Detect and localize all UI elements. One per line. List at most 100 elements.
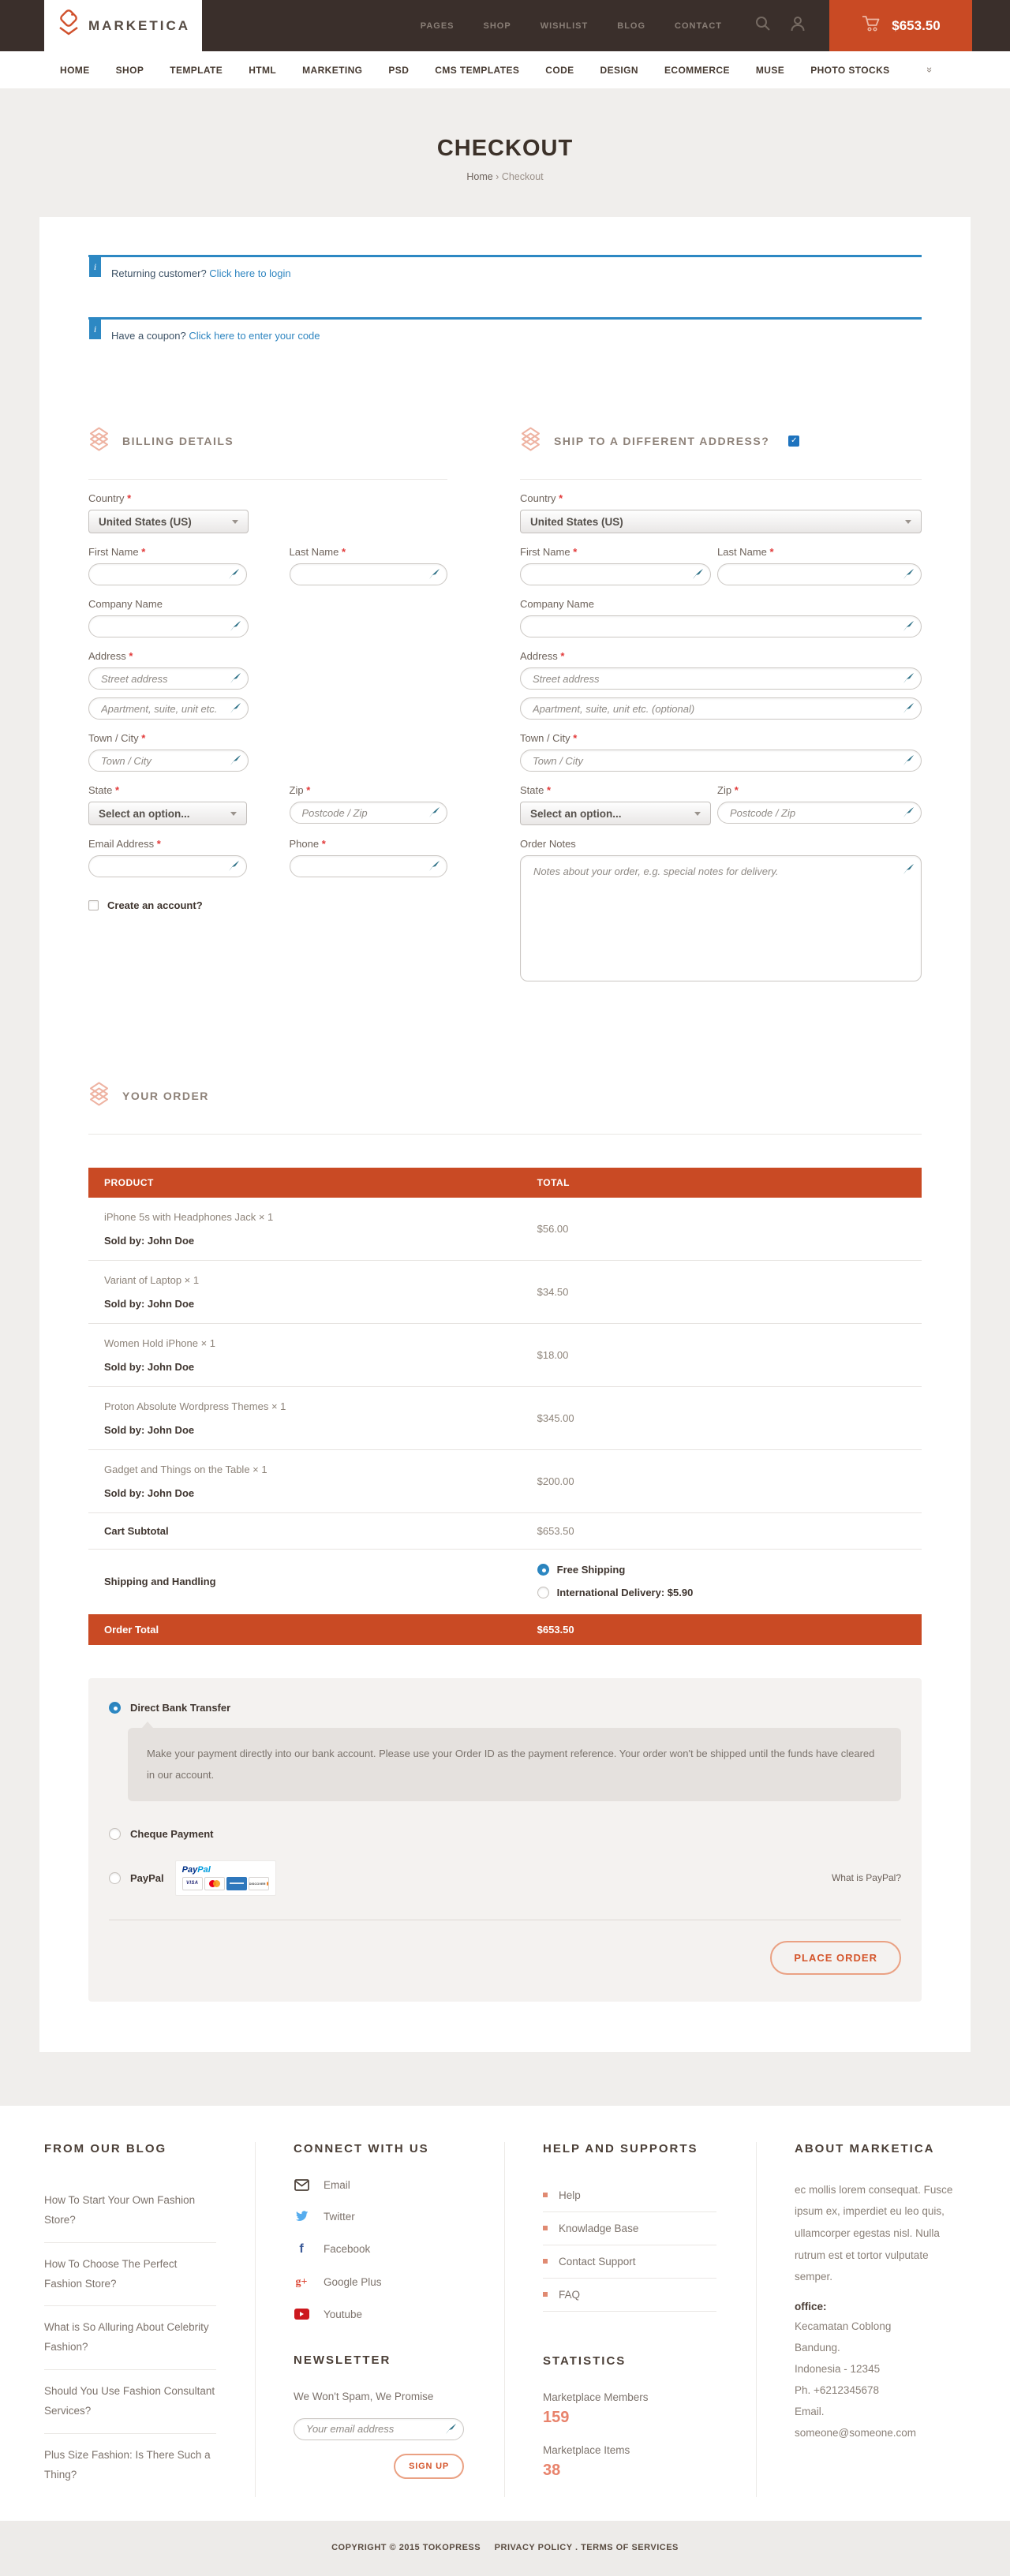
shipto-country-select[interactable]: United States (US) — [520, 510, 922, 533]
menu-html[interactable]: HTML — [249, 65, 276, 76]
input-edit-icon — [228, 860, 240, 876]
blog-post-link[interactable]: What is So Alluring About Celebrity Fash… — [44, 2306, 216, 2370]
product-total: $200.00 — [537, 1475, 906, 1487]
radio-unselected[interactable] — [109, 1872, 121, 1884]
returning-customer-notice: i Returning customer? Click here to logi… — [88, 255, 922, 289]
signup-button[interactable]: SIGN UP — [394, 2454, 464, 2479]
billing-email-input[interactable] — [88, 855, 247, 877]
billing-company-input[interactable] — [88, 615, 249, 637]
menu-design[interactable]: DESIGN — [600, 65, 638, 76]
shipping-option-label: International Delivery: $5.90 — [557, 1587, 694, 1598]
header-nav-pages[interactable]: PAGES — [421, 21, 454, 31]
about-text: ec mollis lorem consequat. Fusce ipsum e… — [795, 2179, 960, 2288]
radio-selected[interactable] — [537, 1564, 549, 1576]
billing-zip-input[interactable] — [290, 802, 448, 824]
login-link[interactable]: Click here to login — [209, 267, 290, 279]
order-notes-textarea[interactable] — [520, 855, 922, 981]
billing-first-name-input[interactable] — [88, 563, 247, 585]
menu-psd[interactable]: PSD — [388, 65, 409, 76]
place-order-button[interactable]: PLACE ORDER — [770, 1941, 901, 1975]
what-is-paypal-link[interactable]: What is PayPal? — [832, 1872, 901, 1883]
blog-post-link[interactable]: How To Start Your Own Fashion Store? — [44, 2179, 216, 2243]
paypal-acceptance-mark: PayPal VISA DISCOVER — [175, 1860, 276, 1896]
create-account-checkbox[interactable] — [88, 900, 99, 910]
chevron-more-icon[interactable]: » — [924, 67, 936, 73]
input-edit-icon — [903, 568, 915, 584]
blog-post-link[interactable]: Should You Use Fashion Consultant Servic… — [44, 2370, 216, 2434]
shipto-street-input[interactable] — [520, 667, 922, 690]
help-link[interactable]: Contact Support — [543, 2245, 716, 2279]
help-link[interactable]: FAQ — [543, 2279, 716, 2312]
input-edit-icon — [230, 620, 241, 636]
terms-link[interactable]: TERMS OF SERVICES — [581, 2543, 679, 2552]
shipto-company-input[interactable] — [520, 615, 922, 637]
billing-phone-input[interactable] — [290, 855, 448, 877]
shipto-state-select[interactable]: Select an option... — [520, 802, 711, 825]
social-email-link[interactable]: Email — [294, 2179, 477, 2191]
brand-name: MARKETICA — [88, 18, 190, 34]
help-link[interactable]: Knowladge Base — [543, 2212, 716, 2245]
shipto-town-input[interactable] — [520, 750, 922, 772]
shipping-option-international[interactable]: International Delivery: $5.90 — [537, 1587, 906, 1598]
blog-post-link[interactable]: How To Choose The Perfect Fashion Store? — [44, 2243, 216, 2307]
billing-section: BILLING DETAILS Country * United States … — [88, 427, 447, 985]
footer-connect-column: CONNECT WITH US Email Twitter — [255, 2142, 504, 2498]
header-nav-contact[interactable]: CONTACT — [675, 21, 722, 31]
logo[interactable]: MARKETICA — [44, 0, 202, 51]
payment-bank-option[interactable]: Direct Bank Transfer — [109, 1702, 901, 1714]
search-icon[interactable] — [755, 16, 771, 36]
social-youtube-link[interactable]: Youtube — [294, 2309, 477, 2320]
header-nav: PAGES SHOP WISHLIST BLOG CONTACT — [421, 21, 722, 31]
shipto-checkbox[interactable]: ✓ — [788, 436, 799, 447]
newsletter-email-input[interactable] — [294, 2418, 464, 2440]
help-link[interactable]: Help — [543, 2179, 716, 2212]
address-line: Bandung. — [795, 2337, 941, 2358]
shipping-option-free[interactable]: Free Shipping — [537, 1564, 906, 1576]
menu-cms-templates[interactable]: CMS TEMPLATES — [435, 65, 519, 76]
notice-prefix: Returning customer? — [111, 267, 207, 279]
menu-template[interactable]: TEMPLATE — [170, 65, 223, 76]
shipto-apartment-input[interactable] — [520, 697, 922, 720]
billing-state-select[interactable]: Select an option... — [88, 802, 247, 825]
user-icon[interactable] — [790, 16, 806, 36]
radio-selected[interactable] — [109, 1702, 121, 1714]
menu-photo-stocks[interactable]: PHOTO STOCKS — [810, 65, 889, 76]
payment-cheque-option[interactable]: Cheque Payment — [109, 1828, 901, 1840]
product-seller: Sold by: John Doe — [104, 1487, 537, 1499]
col-product: PRODUCT — [104, 1177, 537, 1188]
billing-country-select[interactable]: United States (US) — [88, 510, 249, 533]
social-facebook-link[interactable]: f Facebook — [294, 2242, 477, 2256]
billing-town-input[interactable] — [88, 750, 249, 772]
privacy-policy-link[interactable]: PRIVACY POLICY — [495, 2543, 573, 2552]
shipto-first-name-input[interactable] — [520, 563, 711, 585]
cart-icon — [861, 13, 881, 38]
menu-muse[interactable]: MUSE — [756, 65, 784, 76]
social-twitter-link[interactable]: Twitter — [294, 2211, 477, 2223]
header-nav-blog[interactable]: BLOG — [617, 21, 645, 31]
product-seller: Sold by: John Doe — [104, 1298, 537, 1310]
billing-title: BILLING DETAILS — [122, 435, 234, 447]
newsletter-tagline: We Won't Spam, We Promise — [294, 2391, 477, 2402]
menu-shop[interactable]: SHOP — [116, 65, 144, 76]
cart-button[interactable]: $653.50 — [829, 0, 972, 51]
social-googleplus-link[interactable]: g+ Google Plus — [294, 2276, 477, 2289]
menu-code[interactable]: CODE — [545, 65, 574, 76]
header-nav-wishlist[interactable]: WISHLIST — [541, 21, 589, 31]
menu-ecommerce[interactable]: ECOMMERCE — [664, 65, 730, 76]
breadcrumb-home[interactable]: Home — [466, 171, 492, 182]
billing-last-name-input[interactable] — [290, 563, 448, 585]
radio-unselected[interactable] — [537, 1587, 549, 1598]
menu-marketing[interactable]: MARKETING — [302, 65, 362, 76]
menu-home[interactable]: HOME — [60, 65, 90, 76]
billing-apartment-input[interactable] — [88, 697, 249, 720]
header-nav-shop[interactable]: SHOP — [484, 21, 511, 31]
shipto-last-name-input[interactable] — [717, 563, 922, 585]
blog-post-link[interactable]: Plus Size Fashion: Is There Such a Thing… — [44, 2434, 216, 2497]
shipto-zip-input[interactable] — [717, 802, 922, 824]
billing-street-input[interactable] — [88, 667, 249, 690]
stat-label: Marketplace Members — [543, 2391, 729, 2403]
input-edit-icon — [230, 702, 241, 718]
radio-unselected[interactable] — [109, 1828, 121, 1840]
coupon-link[interactable]: Click here to enter your code — [189, 330, 320, 342]
payment-paypal-option[interactable]: PayPal PayPal VISA DISCOVER What is PayP… — [109, 1860, 901, 1896]
